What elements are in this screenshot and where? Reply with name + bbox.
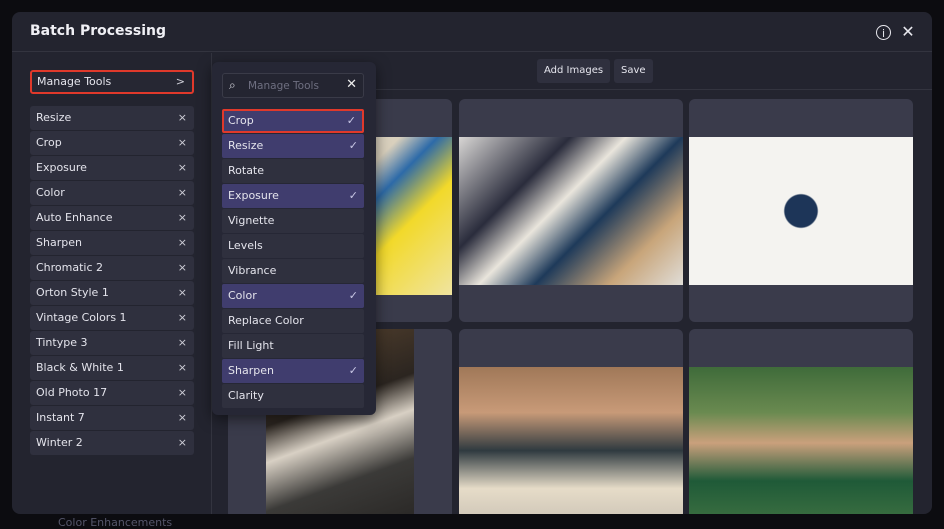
background-section-label: Color Enhancements	[58, 516, 173, 529]
tool-label: Color	[36, 186, 65, 199]
remove-icon[interactable]: ×	[178, 156, 187, 180]
remove-icon[interactable]: ×	[178, 281, 187, 305]
batch-processing-dialog: Batch Processing i ✕ Manage Tools > Resi…	[12, 12, 932, 514]
remove-icon[interactable]: ×	[178, 331, 187, 355]
tool-option-label: Resize	[228, 139, 264, 152]
tool-label: Winter 2	[36, 436, 83, 449]
tool-option-label: Vignette	[228, 214, 275, 227]
applied-tool-item[interactable]: Black & White 1 ×	[30, 356, 194, 380]
tool-option[interactable]: Replace Color	[222, 309, 364, 333]
remove-icon[interactable]: ×	[178, 131, 187, 155]
image-thumbnail	[689, 137, 913, 285]
tool-sidebar: Manage Tools > Resize × Crop × Exposure × Colo…	[12, 53, 212, 514]
tool-label: Crop	[36, 136, 62, 149]
remove-icon[interactable]: ×	[178, 256, 187, 280]
tool-label: Auto Enhance	[36, 211, 113, 224]
remove-icon[interactable]: ×	[178, 231, 187, 255]
tool-label: Chromatic 2	[36, 261, 104, 274]
dialog-title: Batch Processing	[30, 23, 166, 39]
image-card[interactable]	[689, 99, 913, 322]
remove-icon[interactable]: ×	[178, 406, 187, 430]
applied-tool-item[interactable]: Orton Style 1 ×	[30, 281, 194, 305]
tool-option-label: Exposure	[228, 189, 279, 202]
tool-option-label: Sharpen	[228, 364, 274, 377]
image-card[interactable]	[689, 329, 913, 514]
save-button[interactable]: Save	[614, 59, 653, 83]
image-thumbnail	[459, 137, 683, 285]
add-images-button[interactable]: Add Images	[537, 59, 611, 83]
tool-option[interactable]: Levels	[222, 234, 364, 258]
check-icon: ✓	[348, 364, 358, 377]
tool-option[interactable]: Vibrance	[222, 259, 364, 283]
tool-option[interactable]: Clarity	[222, 384, 364, 408]
close-icon[interactable]: ✕	[899, 23, 917, 41]
tool-search-input[interactable]	[248, 77, 343, 95]
tool-label: Old Photo 17	[36, 386, 108, 399]
tool-label: Black & White 1	[36, 361, 124, 374]
remove-icon[interactable]: ×	[178, 431, 187, 455]
applied-tool-item[interactable]: Winter 2 ×	[30, 431, 194, 455]
applied-tool-item[interactable]: Color ×	[30, 181, 194, 205]
check-icon: ✓	[346, 114, 356, 127]
tool-label: Sharpen	[36, 236, 82, 249]
tool-option-label: Vibrance	[228, 264, 277, 277]
tool-option-label: Clarity	[228, 389, 264, 402]
check-icon: ✓	[348, 289, 358, 302]
applied-tool-item[interactable]: Exposure ×	[30, 156, 194, 180]
applied-tool-item[interactable]: Crop ×	[30, 131, 194, 155]
clear-search-icon[interactable]: ✕	[346, 77, 357, 92]
tool-option-label: Levels	[228, 239, 263, 252]
image-thumbnail	[689, 367, 913, 514]
remove-icon[interactable]: ×	[178, 356, 187, 380]
applied-tool-item[interactable]: Resize ×	[30, 106, 194, 130]
tool-option[interactable]: Vignette	[222, 209, 364, 233]
manage-tools-dropdown: ⌕ ✕ Crop ✓ Resize ✓ Rotate Exposure ✓ Vignette L…	[212, 62, 376, 415]
tool-option-label: Fill Light	[228, 339, 274, 352]
remove-icon[interactable]: ×	[178, 206, 187, 230]
tool-option[interactable]: Crop ✓	[222, 109, 364, 133]
applied-tool-item[interactable]: Sharpen ×	[30, 231, 194, 255]
chevron-right-icon: >	[175, 75, 185, 88]
check-icon: ✓	[348, 189, 358, 202]
image-thumbnail	[459, 367, 683, 514]
image-card[interactable]	[459, 99, 683, 322]
applied-tool-item[interactable]: Chromatic 2 ×	[30, 256, 194, 280]
applied-tool-item[interactable]: Auto Enhance ×	[30, 206, 194, 230]
tool-option[interactable]: Sharpen ✓	[222, 359, 364, 383]
remove-icon[interactable]: ×	[178, 106, 187, 130]
tool-option[interactable]: Rotate	[222, 159, 364, 183]
tool-label: Instant 7	[36, 411, 85, 424]
tool-option-label: Crop	[228, 114, 254, 127]
check-icon: ✓	[348, 139, 358, 152]
tool-option[interactable]: Fill Light	[222, 334, 364, 358]
tool-option[interactable]: Exposure ✓	[222, 184, 364, 208]
tool-option-label: Rotate	[228, 164, 265, 177]
tool-label: Resize	[36, 111, 72, 124]
applied-tool-item[interactable]: Vintage Colors 1 ×	[30, 306, 194, 330]
image-card[interactable]	[459, 329, 683, 514]
manage-tools-button[interactable]: Manage Tools >	[30, 70, 194, 94]
tool-label: Exposure	[36, 161, 87, 174]
info-icon[interactable]: i	[876, 25, 891, 40]
remove-icon[interactable]: ×	[178, 381, 187, 405]
dialog-header: Batch Processing i ✕	[12, 12, 932, 52]
tool-option[interactable]: Color ✓	[222, 284, 364, 308]
tool-option-label: Replace Color	[228, 314, 304, 327]
remove-icon[interactable]: ×	[178, 306, 187, 330]
search-icon: ⌕	[229, 78, 236, 92]
tool-label: Vintage Colors 1	[36, 311, 127, 324]
tool-option-label: Color	[228, 289, 257, 302]
tool-label: Orton Style 1	[36, 286, 109, 299]
applied-tool-item[interactable]: Tintype 3 ×	[30, 331, 194, 355]
applied-tool-item[interactable]: Old Photo 17 ×	[30, 381, 194, 405]
applied-tool-item[interactable]: Instant 7 ×	[30, 406, 194, 430]
tool-option[interactable]: Resize ✓	[222, 134, 364, 158]
tool-label: Tintype 3	[36, 336, 88, 349]
tool-search-box: ⌕ ✕	[222, 73, 364, 98]
remove-icon[interactable]: ×	[178, 181, 187, 205]
manage-tools-label: Manage Tools	[37, 75, 112, 88]
